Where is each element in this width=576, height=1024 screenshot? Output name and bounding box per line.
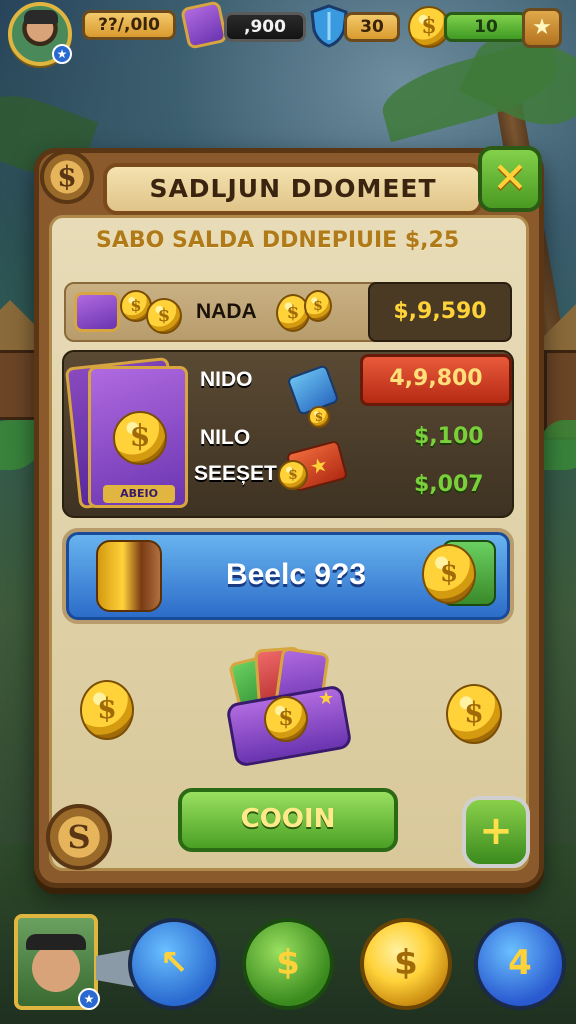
card-stack-label: ABEIO [103, 485, 175, 503]
bundle-value-2: $,007 [414, 472, 484, 497]
offer-row-1-price[interactable]: $,9,590 [368, 282, 512, 342]
coin-offer-bar[interactable]: Beelc 9?3 $ [62, 528, 514, 624]
corner-coin-icon-top: $ [40, 150, 94, 204]
arrow-icon: ↖ [159, 943, 189, 983]
star-icon: ★ [532, 15, 552, 40]
coin-icon: $ [80, 680, 134, 740]
plus-icon: + [479, 808, 513, 854]
star-icon: ★ [318, 688, 335, 709]
nav-button-3[interactable]: $ [360, 918, 452, 1010]
stat-counter-3: 30 [344, 12, 400, 42]
bundle-value-1: $,100 [414, 424, 484, 449]
hat-icon [26, 934, 86, 950]
level-badge-icon: ★ [52, 44, 72, 64]
top-resource-bar: ★ ??/,0l0 ,900 30 $ 10 ★ [0, 0, 576, 66]
star-icon: ★ [307, 451, 331, 480]
nav-button-2[interactable]: $ [242, 918, 334, 1010]
badge-icon: ★ [78, 988, 100, 1010]
coin-button[interactable]: COOIN [178, 788, 398, 852]
dialog-title: SADLJUN DDOMEET [103, 163, 483, 215]
coin-icon: $ [446, 684, 502, 744]
wallet-icon: $ ★ [225, 646, 353, 768]
coin-offer-text: Beelc 9?3 [225, 558, 367, 591]
shop-dialog: SADLJUN DDOMEET [34, 148, 544, 888]
bundle-label-1: NIDO [200, 368, 253, 391]
coin-icon: $ [146, 298, 182, 334]
coin-icon: $ [278, 460, 308, 490]
add-button[interactable]: + [462, 796, 530, 868]
coin-icon: $ [113, 411, 167, 465]
dialog-subtitle: SABO SALDA DDNEPIUIE $,25 [96, 228, 460, 253]
hat-icon [24, 10, 58, 24]
player-face [32, 944, 80, 992]
card-icon[interactable] [180, 0, 228, 50]
nav-button-1[interactable]: ↖ [128, 918, 220, 1010]
card-icon [74, 292, 120, 332]
coin-icon: $ [308, 406, 330, 428]
stat-counter-2: ,900 [224, 12, 306, 42]
bundle-price-red[interactable]: 4,9,800 [360, 354, 512, 406]
coin-icon: $ [304, 290, 332, 322]
bundle-label-2: NILO [200, 426, 251, 449]
close-button[interactable]: ✕ [478, 146, 542, 212]
shield-icon [310, 4, 348, 48]
close-icon: ✕ [492, 153, 528, 202]
player-portrait[interactable]: ★ [14, 914, 100, 1010]
corner-coin-icon-bottom: S [46, 804, 112, 870]
bush-right [540, 420, 576, 470]
card-stack-icon: $ ABEIO [88, 366, 188, 508]
coin-icon: $ [394, 943, 418, 983]
coin-icon: $ [276, 943, 300, 983]
nav-button-4[interactable]: 4 [474, 918, 566, 1010]
coin-roll-icon [96, 540, 162, 612]
level-four-icon: 4 [508, 943, 532, 983]
player-avatar[interactable]: ★ [8, 2, 72, 66]
coin-icon: $ [264, 696, 308, 742]
stat-counter-4: 10 [444, 12, 528, 42]
bundle-label-3: SEEȘET [194, 462, 277, 485]
stat-counter-1: ??/,0l0 [82, 10, 176, 40]
star-button[interactable]: ★ [522, 8, 562, 48]
offer-row-1-label: NADA [196, 300, 257, 323]
coin-icon: $ [422, 544, 476, 604]
